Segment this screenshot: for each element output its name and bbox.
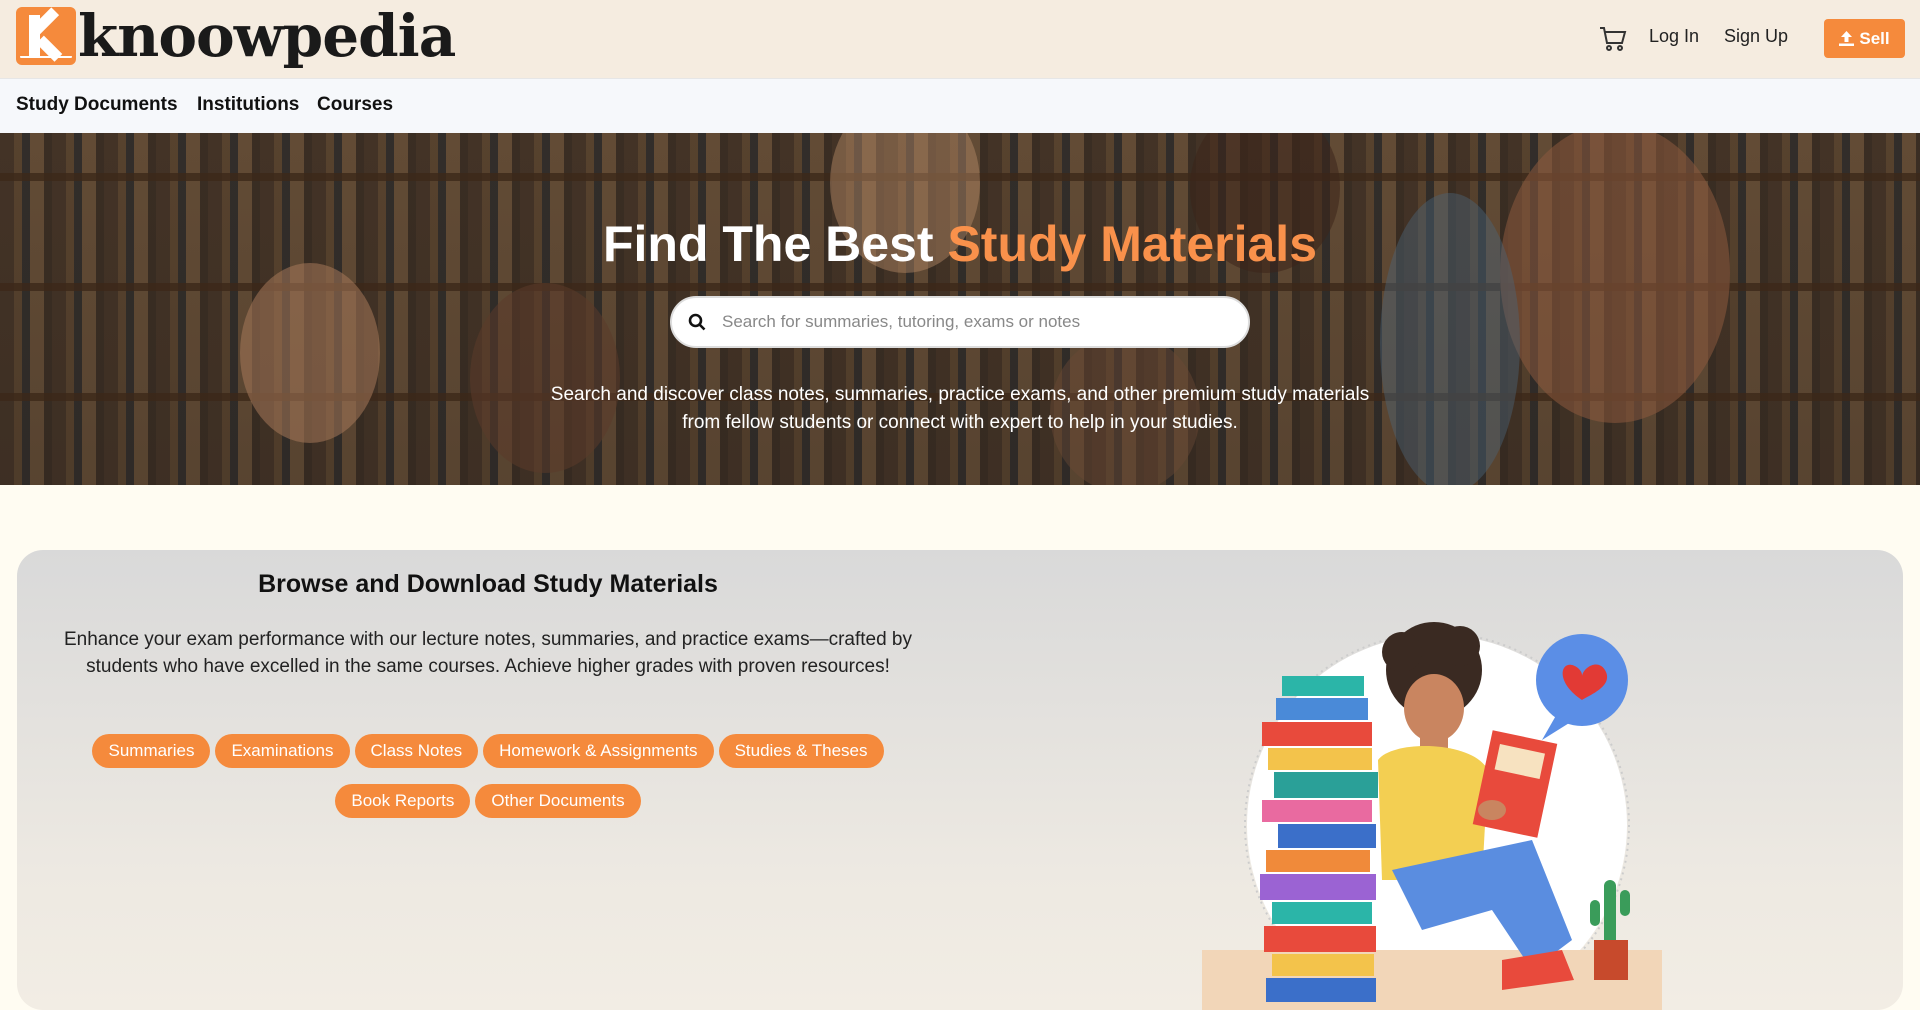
tag-class-notes[interactable]: Class Notes bbox=[354, 734, 479, 768]
tag-examinations[interactable]: Examinations bbox=[215, 734, 350, 768]
login-link[interactable]: Log In bbox=[1649, 26, 1699, 47]
tag-other-documents[interactable]: Other Documents bbox=[475, 784, 641, 818]
search-icon[interactable] bbox=[688, 313, 706, 331]
top-header: knoowpedia Log In Sign Up Sell bbox=[0, 0, 1920, 78]
reading-student-illustration bbox=[1202, 622, 1662, 1010]
hero-title-main: Find The Best bbox=[602, 216, 948, 272]
browse-section: Browse and Download Study Materials Enha… bbox=[17, 550, 1903, 1010]
nav-courses[interactable]: Courses bbox=[317, 94, 393, 116]
nav-institutions[interactable]: Institutions bbox=[197, 94, 299, 116]
browse-description: Enhance your exam performance with our l… bbox=[64, 629, 912, 677]
tag-book-reports[interactable]: Book Reports bbox=[335, 784, 471, 818]
signup-link[interactable]: Sign Up bbox=[1724, 26, 1788, 47]
hero-description: Search and discover class notes, summari… bbox=[550, 384, 1370, 433]
sell-button[interactable]: Sell bbox=[1824, 19, 1905, 58]
search-bar[interactable] bbox=[670, 296, 1250, 348]
nav-study-documents[interactable]: Study Documents bbox=[16, 94, 178, 116]
browse-title: Browse and Download Study Materials bbox=[258, 570, 718, 598]
site-logo[interactable]: knoowpedia bbox=[16, 2, 456, 70]
tag-summaries[interactable]: Summaries bbox=[92, 734, 211, 768]
tag-studies-theses[interactable]: Studies & Theses bbox=[718, 734, 884, 768]
logo-mark-icon bbox=[16, 7, 76, 65]
category-nav: Study Documents Institutions Courses bbox=[0, 78, 1920, 133]
logo-text: knoowpedia bbox=[78, 2, 456, 70]
cart-icon[interactable] bbox=[1598, 24, 1628, 52]
tag-homework-assignments[interactable]: Homework & Assignments bbox=[483, 734, 714, 768]
category-tags: Summaries Examinations Class Notes Homew… bbox=[17, 734, 959, 818]
hero-title-accent: Study Materials bbox=[947, 216, 1318, 272]
sell-button-label: Sell bbox=[1859, 28, 1890, 48]
hero-title: Find The Best Study Materials bbox=[0, 215, 1920, 273]
search-input[interactable] bbox=[722, 312, 1222, 332]
hero-banner: Find The Best Study Materials Search and… bbox=[0, 133, 1920, 485]
upload-icon bbox=[1839, 31, 1855, 46]
